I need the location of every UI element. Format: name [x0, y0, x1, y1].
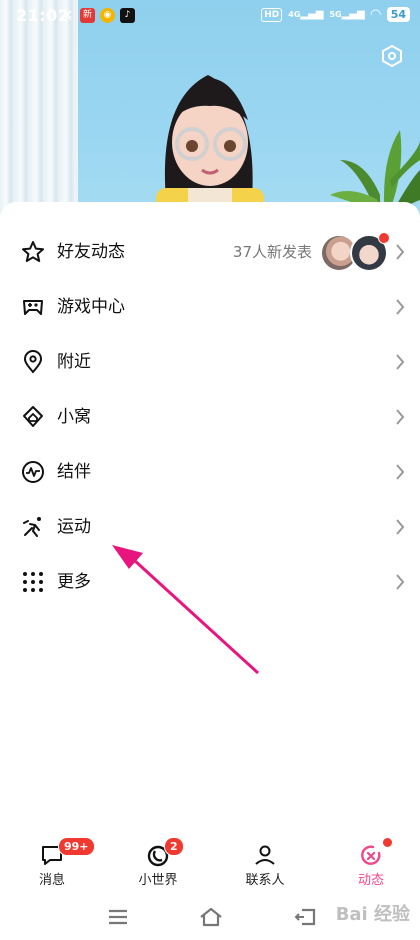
profile-banner: 21:02 ⋠ 新 ◉ ♪ HD 4G▂▄▆ 5G▂▄▆ ◠ 54: [0, 0, 420, 220]
blocked-notification-icon: ⋠: [62, 8, 73, 22]
pulse-circle-icon: [22, 461, 44, 483]
news-app-icon: 新: [80, 8, 95, 23]
menu-item-label: 附近: [57, 352, 91, 372]
chevron-right-icon: [396, 409, 405, 425]
tab-label: 消息: [38, 873, 65, 888]
new-content-dot: [378, 232, 390, 244]
tab-label: 联系人: [245, 873, 285, 888]
star-icon: [22, 241, 44, 262]
status-bar: 21:02 ⋠ 新 ◉ ♪ HD 4G▂▄▆ 5G▂▄▆ ◠ 54: [0, 0, 420, 32]
activity-icon: [361, 845, 381, 865]
hexagon-settings-icon[interactable]: [380, 44, 404, 68]
tab-small-world[interactable]: 2 小世界: [118, 837, 198, 890]
menu-item-label: 游戏中心: [57, 297, 125, 317]
tab-activity[interactable]: 动态: [331, 838, 411, 890]
grid-dots-icon: [23, 572, 43, 592]
tab-label: 小世界: [138, 873, 178, 888]
avatar-figure: [156, 75, 264, 220]
status-app-icons: ⋠ 新 ◉ ♪: [60, 8, 135, 23]
menu-item-label: 更多: [57, 572, 91, 592]
chevron-right-icon: [396, 574, 405, 590]
menu-item-friend-feed[interactable]: 好友动态 37人新发表: [0, 224, 420, 279]
menu-item-label: 结伴: [57, 462, 91, 482]
menu-item-label: 运动: [57, 517, 91, 537]
wifi-icon: ◠: [370, 7, 381, 22]
menu-panel: 好友动态 37人新发表 游戏中心 附近 小窝 结伴 运动 更多: [0, 202, 420, 940]
chevron-right-icon: [396, 299, 405, 315]
chevron-right-icon: [396, 244, 405, 260]
chevron-right-icon: [396, 519, 405, 535]
tiktok-icon: ♪: [120, 8, 135, 23]
curtain-decoration: [0, 0, 78, 220]
tab-messages[interactable]: 99+ 消息: [12, 837, 95, 890]
menu-lines-icon[interactable]: [105, 906, 131, 928]
4g-signal-icon: 4G▂▄▆: [288, 9, 324, 20]
menu-item-game-center[interactable]: 游戏中心: [0, 279, 420, 334]
hd-indicator: HD: [261, 7, 283, 22]
menu-item-nearby[interactable]: 附近: [0, 334, 420, 389]
running-icon: [23, 517, 41, 537]
bottom-tab-bar: 99+ 消息 2 小世界 联系人 动态: [0, 837, 420, 890]
tab-label: 动态: [357, 873, 384, 888]
menu-item-nest[interactable]: 小窝: [0, 389, 420, 444]
menu-item-label: 好友动态: [57, 242, 125, 262]
back-icon[interactable]: [294, 906, 320, 928]
home-nest-icon: [23, 406, 43, 427]
status-indicators: HD 4G▂▄▆ 5G▂▄▆ ◠ 54: [261, 7, 410, 22]
notification-dot: [383, 838, 392, 847]
contacts-icon: [255, 845, 275, 865]
battery-indicator: 54: [386, 7, 410, 22]
home-icon[interactable]: [198, 906, 224, 928]
tab-contacts[interactable]: 联系人: [225, 838, 305, 890]
menu-list: 好友动态 37人新发表 游戏中心 附近 小窝 结伴 运动 更多: [0, 224, 420, 609]
unread-badge: 99+: [58, 837, 95, 856]
watermark: Bai 经验: [335, 904, 410, 925]
5g-signal-icon: 5G▂▄▆: [329, 9, 365, 20]
menu-item-companion[interactable]: 结伴: [0, 444, 420, 499]
gamepad-icon: [23, 300, 43, 315]
menu-item-subtitle: 37人新发表: [232, 243, 312, 261]
menu-item-more[interactable]: 更多: [0, 554, 420, 609]
location-pin-icon: [23, 350, 43, 374]
chevron-right-icon: [396, 354, 405, 370]
menu-item-label: 小窝: [57, 407, 91, 427]
chevron-right-icon: [396, 464, 405, 480]
unread-badge: 2: [164, 837, 184, 856]
menu-item-sports[interactable]: 运动: [0, 499, 420, 554]
weibo-icon: ◉: [100, 8, 115, 23]
